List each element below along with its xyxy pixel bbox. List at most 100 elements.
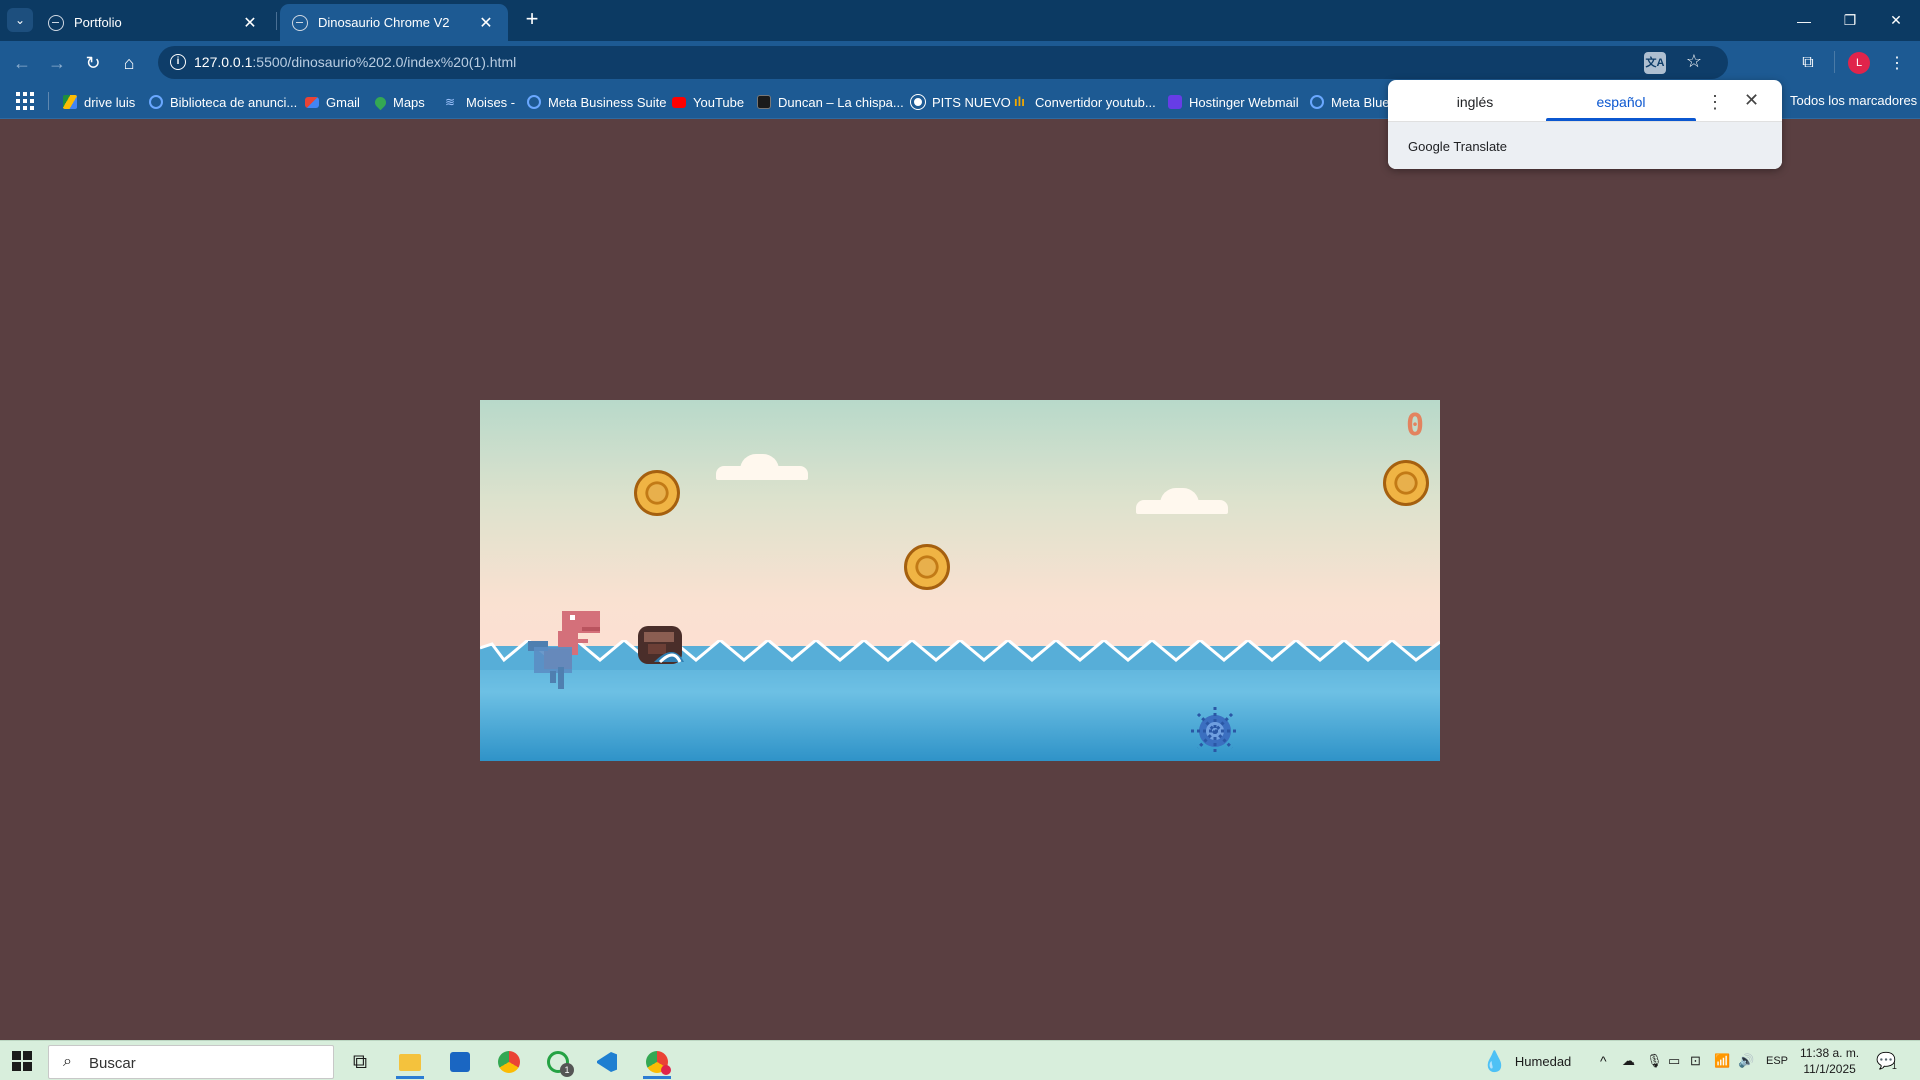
cloud [716, 454, 808, 480]
bookmark-separator [48, 92, 49, 110]
tab-search-button[interactable]: ⌄ [7, 8, 33, 32]
globe-icon [910, 94, 926, 110]
google-translate-brand: Google Translate [1408, 139, 1508, 154]
coin [634, 470, 680, 516]
reload-button[interactable]: ↻ [79, 49, 107, 77]
gmail-icon [305, 96, 319, 108]
weather-widget[interactable]: 💧 Humedad [1482, 1041, 1571, 1080]
maps-icon [372, 94, 389, 110]
vscode-icon[interactable] [587, 1045, 627, 1079]
bookmark-duncan[interactable]: Duncan – La chispa... [757, 92, 904, 112]
cloud [1136, 488, 1228, 514]
task-view-icon[interactable]: ⧉ [340, 1045, 380, 1079]
onedrive-icon[interactable]: ☁ [1622, 1041, 1635, 1080]
dino-character [528, 611, 600, 689]
more-options-icon[interactable]: ⋮ [1706, 92, 1724, 113]
bookmark-moises[interactable]: ≋ Moises - [445, 92, 515, 112]
whatsapp-badge: 1 [560, 1063, 574, 1077]
chevron-down-icon: ⌄ [14, 13, 26, 27]
new-tab-button[interactable]: + [520, 8, 544, 32]
close-window-button[interactable]: ✕ [1873, 0, 1919, 41]
whatsapp-icon[interactable]: 1 [538, 1045, 578, 1079]
bookmark-hostinger[interactable]: Hostinger Webmail [1168, 92, 1299, 112]
browser-toolbar: ← → ↻ ⌂ i 127.0.0.1:5500/dinosaurio%202.… [0, 41, 1920, 84]
windows-start-icon[interactable] [12, 1051, 32, 1071]
waves [480, 640, 1440, 670]
bookmark-pits-nuevo[interactable]: PITS NUEVO [910, 92, 1011, 112]
windows-taskbar: ⌕ Buscar ⧉ 1 💧 Humedad ^ ☁ 🎙 ▭ ⊡ 📶 🔊 ESP… [0, 1040, 1920, 1080]
close-icon[interactable]: ✕ [240, 13, 260, 33]
coin [904, 544, 950, 590]
audio-icon: ılı [1014, 94, 1025, 109]
translate-footer: Google Translate [1388, 122, 1782, 169]
tab-portfolio[interactable]: Portfolio ✕ [36, 4, 272, 41]
site-info-icon[interactable]: i [170, 54, 186, 70]
home-button[interactable]: ⌂ [115, 49, 143, 77]
display-icon[interactable]: ⊡ [1690, 1041, 1701, 1080]
bookmark-biblioteca[interactable]: Biblioteca de anunci... [149, 92, 297, 112]
close-icon[interactable]: ✕ [476, 13, 496, 33]
apps-grid-icon[interactable] [16, 92, 34, 110]
rock-obstacle [638, 626, 684, 664]
tab-separator [276, 12, 277, 30]
bookmark-youtube[interactable]: YouTube [672, 92, 744, 112]
sea-urchin [1191, 707, 1239, 755]
forward-button[interactable]: → [43, 49, 71, 77]
meta-icon [149, 95, 163, 109]
menu-icon[interactable]: ⋮ [1883, 49, 1911, 77]
page-icon [757, 95, 771, 109]
language-indicator[interactable]: ESP [1766, 1041, 1788, 1080]
translate-icon[interactable]: 文A [1644, 52, 1666, 74]
wifi-icon[interactable]: 📶 [1714, 1041, 1730, 1080]
source-language-tab[interactable]: inglés [1400, 94, 1550, 110]
microphone-icon[interactable]: 🎙 [1646, 1041, 1663, 1080]
restore-button[interactable]: ❐ [1827, 0, 1873, 41]
close-icon[interactable]: ✕ [1744, 90, 1759, 111]
address-bar[interactable]: i 127.0.0.1:5500/dinosaurio%202.0/index%… [158, 46, 1728, 79]
bookmark-gmail[interactable]: Gmail [305, 92, 360, 112]
globe-icon [48, 14, 64, 31]
youtube-icon [672, 96, 686, 108]
bookmark-drive-luis[interactable]: drive luis [63, 92, 135, 112]
bookmark-convertidor[interactable]: ılı Convertidor youtub... [1014, 92, 1156, 112]
profile-avatar[interactable]: L [1848, 52, 1870, 74]
extensions-icon[interactable]: ⧉ [1794, 49, 1822, 77]
chrome-profile-icon[interactable] [637, 1045, 677, 1079]
bookmark-meta-business[interactable]: Meta Business Suite [527, 92, 667, 112]
bookmark-meta-blueprint[interactable]: Meta Bluep [1310, 92, 1397, 112]
minimize-button[interactable]: — [1781, 0, 1827, 41]
moises-icon: ≋ [445, 95, 456, 109]
target-language-tab[interactable]: español [1546, 94, 1696, 110]
tab-strip: ⌄ Portfolio ✕ Dinosaurio Chrome V2 ✕ + —… [0, 0, 1920, 41]
bookmark-maps[interactable]: Maps [372, 92, 425, 112]
search-icon: ⌕ [63, 1053, 72, 1070]
device-icon[interactable]: ▭ [1668, 1041, 1680, 1080]
tab-title: Dinosaurio Chrome V2 [318, 15, 450, 30]
volume-icon[interactable]: 🔊 [1738, 1041, 1754, 1080]
tab-dinosaurio[interactable]: Dinosaurio Chrome V2 ✕ [280, 4, 508, 41]
chrome-icon[interactable] [489, 1045, 529, 1079]
url-text[interactable]: 127.0.0.1:5500/dinosaurio%202.0/index%20… [194, 54, 516, 70]
hostinger-icon [1168, 95, 1182, 109]
system-clock[interactable]: 11:38 a. m. 11/1/2025 [1800, 1045, 1859, 1077]
all-bookmarks-button[interactable]: Todos los marcadores [1790, 93, 1917, 108]
coin [1383, 460, 1429, 506]
microsoft-store-icon[interactable] [440, 1045, 480, 1079]
profile-badge-icon [661, 1065, 671, 1075]
toolbar-divider [1834, 51, 1835, 73]
meta-icon [1310, 95, 1324, 109]
score-counter: 0 [1405, 408, 1424, 443]
show-hidden-icons[interactable]: ^ [1600, 1041, 1607, 1080]
meta-icon [527, 95, 541, 109]
google-drive-icon [63, 95, 77, 109]
translate-popup: inglés español ⋮ ✕ Google Translate [1388, 80, 1782, 169]
file-explorer-icon[interactable] [390, 1045, 430, 1079]
taskbar-search-input[interactable]: ⌕ Buscar [48, 1045, 334, 1079]
water-drop-icon: 💧 [1482, 1050, 1507, 1073]
back-button[interactable]: ← [8, 49, 36, 77]
tab-title: Portfolio [74, 15, 122, 30]
game-canvas[interactable]: 0 [480, 400, 1440, 761]
globe-icon [292, 14, 308, 31]
notifications-icon[interactable]: 💬 1 [1876, 1041, 1897, 1080]
bookmark-star-icon[interactable]: ☆ [1686, 51, 1702, 72]
